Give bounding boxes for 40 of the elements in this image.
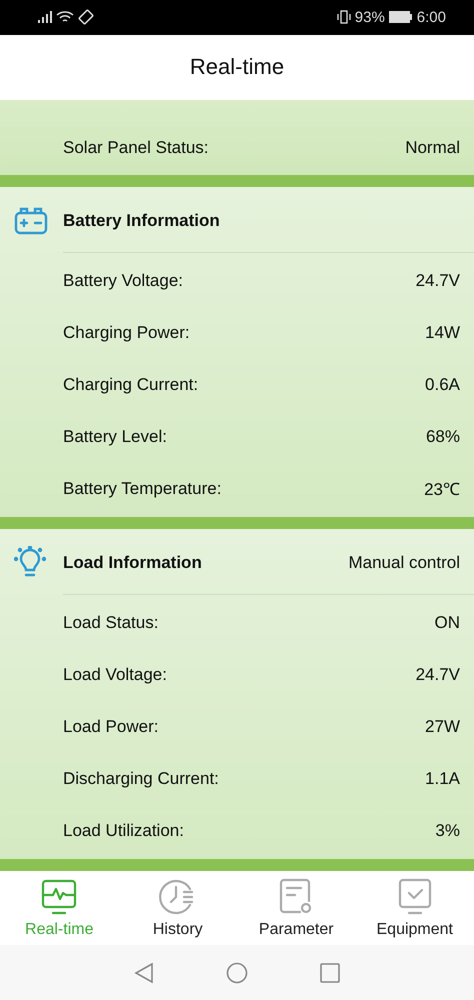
field-label: Charging Current: xyxy=(63,374,198,395)
home-icon[interactable] xyxy=(226,962,248,984)
field-label: Load Utilization: xyxy=(63,820,184,841)
field-value: Normal xyxy=(405,138,460,158)
rotation-icon xyxy=(78,9,94,26)
battery-percent: 93% xyxy=(354,8,385,26)
control-mode: Manual control xyxy=(348,552,460,573)
field-value: 1.1A xyxy=(425,768,460,789)
field-label: Load Status: xyxy=(63,612,158,633)
field-value: 14W xyxy=(425,322,460,343)
nav-tab[interactable]: History xyxy=(118,870,237,946)
nav-tab[interactable]: Parameter xyxy=(237,870,356,946)
field-value: 27W xyxy=(425,716,460,737)
field-value: 24.7V xyxy=(416,270,460,291)
clock-time: 6:00 xyxy=(416,8,446,26)
field-value: 68% xyxy=(426,426,460,447)
field-label: Discharging Current: xyxy=(63,768,219,789)
field-label: Battery Voltage: xyxy=(63,270,184,291)
section-title: Battery Information xyxy=(63,210,221,231)
field-value: 23℃ xyxy=(424,479,460,500)
battery-icon xyxy=(14,206,48,236)
recents-icon[interactable] xyxy=(320,962,340,983)
field-value: 3% xyxy=(435,820,460,841)
back-icon[interactable] xyxy=(134,962,154,984)
wifi-icon xyxy=(56,10,74,24)
field-label: Solar Panel Status: xyxy=(63,138,209,158)
nav-tab[interactable]: Equipment xyxy=(356,870,474,946)
vibrate-icon xyxy=(336,10,351,24)
field-value: ON xyxy=(434,612,460,633)
field-label: Battery Temperature: xyxy=(63,478,222,499)
field-label: Charging Power: xyxy=(63,322,190,343)
field-value: 0.6A xyxy=(425,374,460,395)
page-title: Real-time xyxy=(190,54,284,80)
field-label: Battery Level: xyxy=(63,426,167,447)
field-label: Load Voltage: xyxy=(63,664,167,685)
field-label: Load Power: xyxy=(63,716,158,737)
section-title: Load Information xyxy=(63,552,203,573)
signal-icon xyxy=(38,11,52,24)
field-value: 24.7V xyxy=(416,664,460,685)
battery-status-icon xyxy=(388,11,413,24)
